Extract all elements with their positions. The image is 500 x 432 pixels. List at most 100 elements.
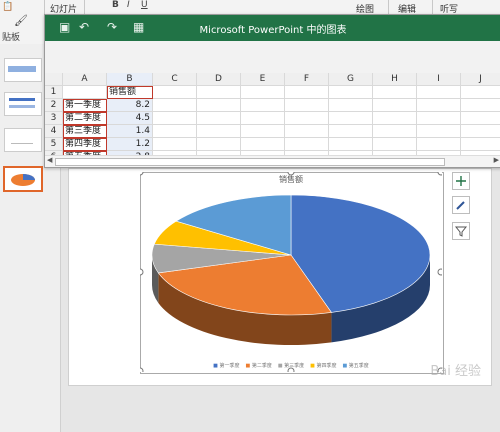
cell-B3[interactable]: 4.5 [107, 112, 153, 125]
cell-J1[interactable] [461, 86, 500, 99]
cell-C3[interactable] [153, 112, 197, 125]
cell-I2[interactable] [417, 99, 461, 112]
cell-C2[interactable] [153, 99, 197, 112]
cell-D3[interactable] [197, 112, 241, 125]
excel-title-bar: ▣ ↶ ↷ ▦ Microsoft PowerPoint 中的图表 [45, 15, 500, 41]
row-header-1[interactable]: 1 [45, 86, 63, 99]
scroll-right-icon[interactable]: ▶ [494, 156, 499, 164]
cell-H3[interactable] [373, 112, 417, 125]
row-header-5[interactable]: 5 [45, 138, 63, 151]
cell-B1[interactable]: 销售额 [107, 86, 153, 99]
underline-button[interactable]: U [141, 0, 148, 10]
cell-G2[interactable] [329, 99, 373, 112]
cell-E4[interactable] [241, 125, 285, 138]
cell-B4[interactable]: 1.4 [107, 125, 153, 138]
row-header-3[interactable]: 3 [45, 112, 63, 125]
cell-G4[interactable] [329, 125, 373, 138]
legend-entry-5[interactable]: ■ 第五季度 [342, 363, 368, 369]
column-header-C[interactable]: C [153, 73, 197, 86]
column-header-I[interactable]: I [417, 73, 461, 86]
italic-button[interactable]: I [127, 0, 130, 10]
cell-J5[interactable] [461, 138, 500, 151]
column-header-F[interactable]: F [285, 73, 329, 86]
cell-G5[interactable] [329, 138, 373, 151]
cell-I3[interactable] [417, 112, 461, 125]
cell-C5[interactable] [153, 138, 197, 151]
cell-B2[interactable]: 8.2 [107, 99, 153, 112]
column-header-J[interactable]: J [461, 73, 500, 86]
cell-F3[interactable] [285, 112, 329, 125]
column-header-H[interactable]: H [373, 73, 417, 86]
format-painter-icon[interactable]: 🖌 [14, 14, 28, 27]
cell-J2[interactable] [461, 99, 500, 112]
brush-icon [456, 201, 465, 210]
legend-entry-3[interactable]: ■ 第三季度 [278, 363, 304, 369]
resize-handle-4[interactable] [140, 268, 144, 276]
cell-E1[interactable] [241, 86, 285, 99]
excel-formula-bar[interactable] [45, 41, 500, 74]
slide-thumbnail-3[interactable] [4, 128, 42, 152]
chart-legend[interactable]: ■ 第一季度 ■ 第二季度 ■ 第三季度 ■ 第四季度 ■ 第五季度 [140, 362, 442, 369]
cell-J3[interactable] [461, 112, 500, 125]
pie-thumbnail-icon [11, 174, 35, 186]
resize-handle-2[interactable] [287, 172, 295, 176]
cell-D1[interactable] [197, 86, 241, 99]
chart-styles-button[interactable] [452, 196, 470, 214]
cell-F5[interactable] [285, 138, 329, 151]
resize-handle-5[interactable] [437, 268, 442, 276]
cell-I1[interactable] [417, 86, 461, 99]
cell-F4[interactable] [285, 125, 329, 138]
cell-I4[interactable] [417, 125, 461, 138]
legend-entry-4[interactable]: ■ 第四季度 [310, 363, 336, 369]
ribbon-clipboard-icon[interactable]: 📋 [2, 2, 13, 12]
horizontal-scrollbar[interactable]: ◀ ▶ [45, 155, 500, 167]
cell-C1[interactable] [153, 86, 197, 99]
cell-D4[interactable] [197, 125, 241, 138]
slide-thumbnail-4-selected[interactable] [3, 166, 43, 192]
resize-handle-3[interactable] [437, 172, 442, 176]
cell-H1[interactable] [373, 86, 417, 99]
row-header-2[interactable]: 2 [45, 99, 63, 112]
cell-A3[interactable]: 第二季度 [63, 112, 107, 125]
cell-G1[interactable] [329, 86, 373, 99]
cell-B5[interactable]: 1.2 [107, 138, 153, 151]
cell-H4[interactable] [373, 125, 417, 138]
chart-elements-button[interactable] [452, 172, 470, 190]
cell-D5[interactable] [197, 138, 241, 151]
column-header-G[interactable]: G [329, 73, 373, 86]
legend-entry-2[interactable]: ■ 第二季度 [246, 363, 272, 369]
cell-A5[interactable]: 第四季度 [63, 138, 107, 151]
cell-F1[interactable] [285, 86, 329, 99]
filter-icon [454, 226, 468, 237]
scrollbar-thumb[interactable] [55, 158, 445, 166]
column-header-B[interactable]: B [107, 73, 153, 86]
resize-handle-1[interactable] [140, 172, 144, 176]
scroll-left-icon[interactable]: ◀ [47, 156, 52, 164]
row-header-4[interactable]: 4 [45, 125, 63, 138]
chart-filters-button[interactable] [452, 222, 470, 240]
slide-thumbnail-1[interactable] [4, 58, 42, 82]
cell-E3[interactable] [241, 112, 285, 125]
legend-entry-1[interactable]: ■ 第一季度 [213, 363, 239, 369]
bold-button[interactable]: B [112, 0, 119, 10]
cell-F2[interactable] [285, 99, 329, 112]
cell-A4[interactable]: 第三季度 [63, 125, 107, 138]
pie-chart[interactable] [140, 172, 442, 372]
cell-A1[interactable] [63, 86, 107, 99]
clipboard-label: 贴板 [2, 33, 21, 43]
column-header-A[interactable]: A [63, 73, 107, 86]
column-header-D[interactable]: D [197, 73, 241, 86]
cell-J4[interactable] [461, 125, 500, 138]
cell-E5[interactable] [241, 138, 285, 151]
slide-thumbnail-2[interactable] [4, 92, 42, 116]
cell-C4[interactable] [153, 125, 197, 138]
cell-G3[interactable] [329, 112, 373, 125]
cell-E2[interactable] [241, 99, 285, 112]
cell-H2[interactable] [373, 99, 417, 112]
cell-A2[interactable]: 第一季度 [63, 99, 107, 112]
cell-D2[interactable] [197, 99, 241, 112]
column-header-E[interactable]: E [241, 73, 285, 86]
cell-H5[interactable] [373, 138, 417, 151]
select-all-corner[interactable] [45, 73, 63, 86]
cell-I5[interactable] [417, 138, 461, 151]
